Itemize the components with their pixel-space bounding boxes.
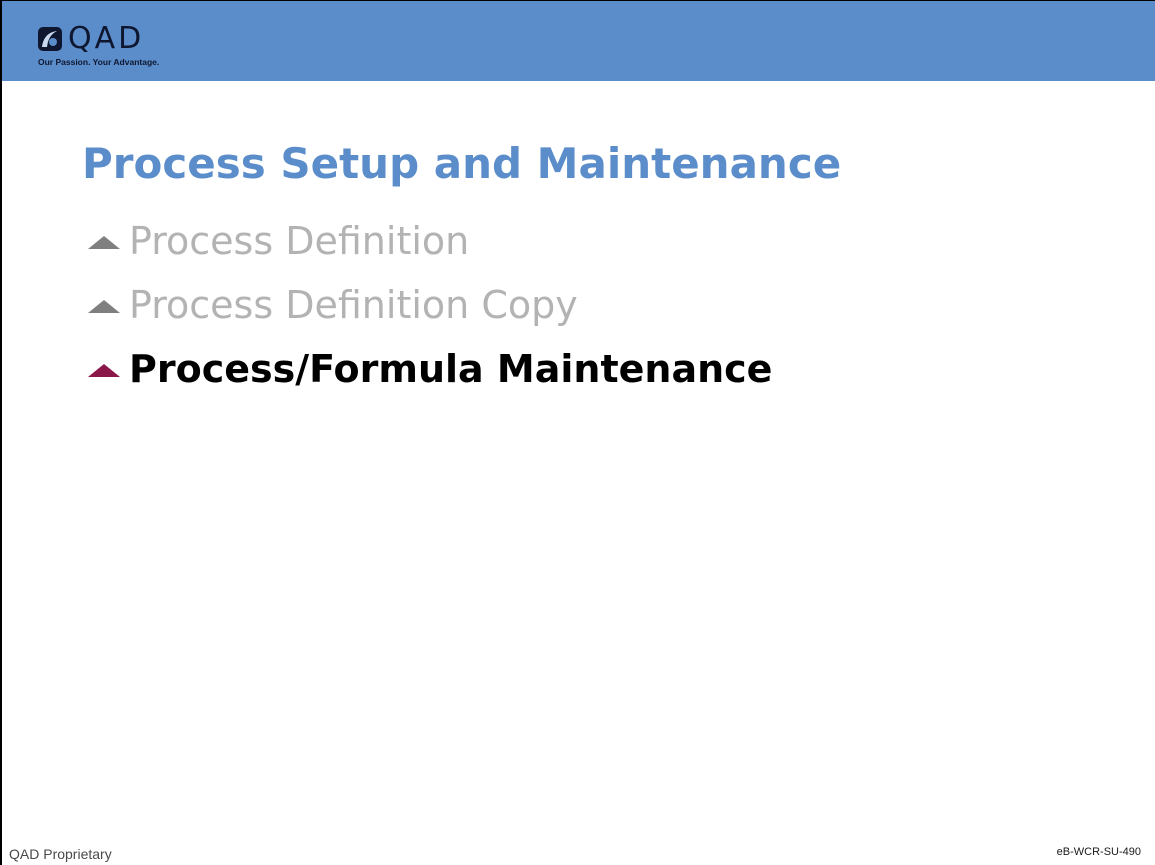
bullet-list: Process Definition Process Definition Co… [88,209,772,401]
header-bar: QAD Our Passion. Your Advantage. [2,1,1155,81]
slide-title: Process Setup and Maintenance [82,139,842,188]
triangle-bullet-icon [88,299,120,313]
bullet-label: Process Definition Copy [129,283,578,327]
qad-logo: QAD Our Passion. Your Advantage. [38,23,198,77]
slide: QAD Our Passion. Your Advantage. Process… [0,0,1155,865]
footer-proprietary: QAD Proprietary [9,846,112,862]
triangle-bullet-icon [88,235,120,249]
logo-wordmark: QAD [68,21,145,56]
footer-slide-code: eB-WCR-SU-490 [1056,846,1141,858]
triangle-bullet-icon [88,363,120,377]
bullet-item-process-definition-copy: Process Definition Copy [88,273,772,337]
bullet-label: Process Definition [129,219,470,263]
bullet-label-active: Process/Formula Maintenance [129,347,773,391]
qad-globe-icon [38,27,62,51]
bullet-item-process-definition: Process Definition [88,209,772,273]
logo-tagline: Our Passion. Your Advantage. [38,57,160,67]
bullet-item-process-formula-maintenance: Process/Formula Maintenance [88,337,772,401]
